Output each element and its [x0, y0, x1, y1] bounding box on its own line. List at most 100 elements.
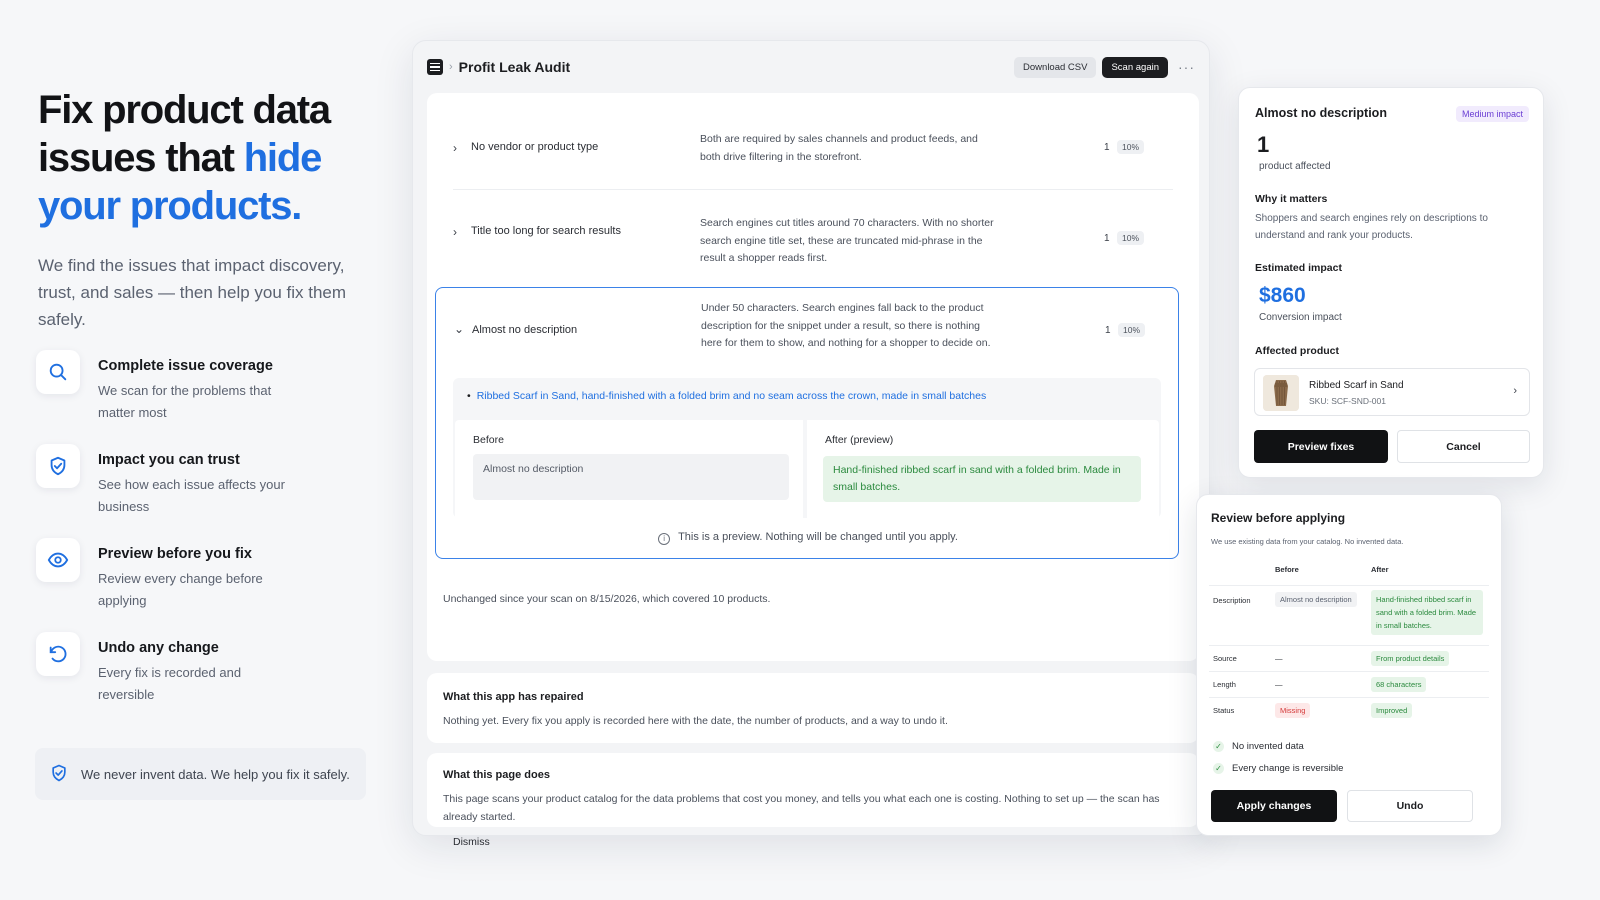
app-topbar: › Profit Leak Audit Download CSV Scan ag…	[413, 41, 1209, 93]
hero-lede: We find the issues that impact discovery…	[38, 256, 347, 329]
repaired-title: What this app has repaired	[443, 691, 584, 703]
page-info-panel: What this page does This page scans your…	[427, 753, 1199, 848]
breadcrumb-chevron-icon: ›	[449, 61, 453, 73]
check-icon: ✓	[1213, 741, 1224, 752]
chevron-right-icon[interactable]: ›	[453, 225, 457, 239]
table-row: Status Missing Improved	[1209, 697, 1489, 725]
check-text: No invented data	[1232, 741, 1304, 752]
feature-item: Impact you can trust See how each issue …	[36, 444, 356, 538]
feature-item: Undo any change Every fix is recorded an…	[36, 632, 356, 726]
after-label: After (preview)	[825, 434, 894, 446]
more-menu-icon[interactable]: ···	[1178, 59, 1195, 75]
before-column: Before Almost no description	[455, 420, 803, 518]
issue-count: 1	[1105, 325, 1111, 336]
table-row: Source — From product details	[1209, 645, 1489, 671]
table-row: Description Almost no description Hand-f…	[1209, 585, 1489, 645]
check-item: ✓ Every change is reversible	[1213, 763, 1343, 774]
apply-changes-button[interactable]: Apply changes	[1211, 790, 1337, 822]
status-badge: Missing	[1275, 703, 1311, 718]
review-card: Review before applying We use existing d…	[1196, 494, 1502, 836]
issue-count: 1	[1104, 233, 1110, 244]
row-label: Length	[1213, 680, 1236, 689]
dismiss-button[interactable]: Dismiss	[453, 836, 1183, 848]
row-after: From product details	[1371, 651, 1450, 666]
feature-item: Preview before you fix Review every chan…	[36, 538, 356, 632]
row-before: —	[1275, 654, 1283, 663]
after-value: Hand-finished ribbed scarf in sand with …	[823, 456, 1141, 502]
scan-status: Unchanged since your scan on 8/15/2026, …	[443, 593, 771, 605]
preview-note-text: This is a preview. Nothing will be chang…	[678, 531, 958, 543]
product-sku: SKU: SCF-SND-001	[1309, 396, 1386, 406]
before-value: Almost no description	[473, 454, 789, 500]
chevron-right-icon[interactable]: ›	[453, 141, 457, 155]
check-text: Every change is reversible	[1232, 763, 1344, 774]
issue-percent-badge: 10%	[1117, 231, 1145, 245]
issue-count: 1	[1104, 142, 1110, 153]
status-badge: Improved	[1371, 703, 1413, 718]
issue-percent-badge: 10%	[1118, 323, 1146, 337]
product-fix-preview: • Ribbed Scarf in Sand, hand-finished wit…	[453, 378, 1161, 518]
app-window: › Profit Leak Audit Download CSV Scan ag…	[412, 40, 1210, 848]
issue-name: Almost no description	[472, 324, 578, 336]
table-row: Length — 68 characters	[1209, 671, 1489, 697]
issue-percent-badge: 10%	[1117, 140, 1145, 154]
undo-icon	[36, 632, 80, 676]
info-icon: i	[658, 533, 671, 545]
feature-list: Complete issue coverage We scan for the …	[36, 350, 356, 726]
row-after: 68 characters	[1371, 677, 1427, 692]
row-label: Status	[1213, 706, 1235, 715]
cancel-button[interactable]: Cancel	[1397, 430, 1530, 463]
product-name: Ribbed Scarf in Sand	[1309, 380, 1404, 391]
preview-fixes-button[interactable]: Preview fixes	[1254, 430, 1388, 463]
col-after: After	[1371, 565, 1389, 574]
feature-desc: See how each issue affects your business	[98, 477, 285, 514]
review-title: Review before applying	[1211, 511, 1346, 525]
feature-item: Complete issue coverage We scan for the …	[36, 350, 356, 444]
affected-title: Affected product	[1255, 345, 1339, 357]
trust-text: We never invent data. We help you fix it…	[81, 766, 350, 782]
before-label: Before	[473, 434, 504, 446]
impact-title: Estimated impact	[1255, 262, 1342, 274]
issue-name: Title too long for search results	[471, 225, 621, 237]
trust-banner: We never invent data. We help you fix it…	[35, 748, 366, 800]
undo-button[interactable]: Undo	[1347, 790, 1473, 822]
row-label: Description	[1213, 596, 1251, 605]
chevron-right-icon[interactable]: ›	[1513, 385, 1517, 397]
feature-title: Impact you can trust	[98, 452, 240, 468]
row-before: Almost no description	[1275, 592, 1357, 607]
repaired-desc: Nothing yet. Every fix you apply is reco…	[443, 715, 948, 727]
check-item: ✓ No invented data	[1213, 741, 1304, 752]
download-csv-button[interactable]: Download CSV	[1014, 56, 1097, 78]
review-subtitle: We use existing data from your catalog. …	[1211, 537, 1404, 546]
product-link[interactable]: Ribbed Scarf in Sand, hand-finished with…	[477, 390, 987, 402]
row-before: —	[1275, 680, 1283, 689]
impact-badge: Medium impact	[1455, 106, 1529, 122]
issue-detail-card: Almost no description Medium impact 1 pr…	[1238, 87, 1544, 478]
impact-value: $860	[1259, 284, 1306, 307]
hero: Fix product data issues that hide your p…	[38, 86, 378, 333]
chevron-down-icon[interactable]: ⌄	[454, 322, 464, 336]
why-title: Why it matters	[1255, 193, 1328, 205]
page-title: Profit Leak Audit	[458, 59, 571, 75]
why-desc: Shoppers and search engines rely on desc…	[1255, 213, 1488, 241]
page-info-desc: This page scans your product catalog for…	[443, 793, 1160, 823]
feature-title: Undo any change	[98, 640, 219, 656]
issue-name: No vendor or product type	[471, 141, 599, 153]
search-icon	[36, 350, 80, 394]
after-column: After (preview) Hand-finished ribbed sca…	[807, 420, 1159, 518]
expanded-issue[interactable]: ⌄ Almost no description Under 50 charact…	[435, 287, 1179, 559]
issue-desc: Both are required by sales channels and …	[700, 133, 978, 163]
feature-title: Complete issue coverage	[98, 358, 273, 374]
scan-again-button[interactable]: Scan again	[1102, 56, 1168, 78]
table-header: Before After	[1209, 557, 1489, 585]
product-link-row[interactable]: • Ribbed Scarf in Sand, hand-finished wit…	[467, 390, 986, 402]
hero-headline: Fix product data issues that hide your p…	[38, 86, 378, 230]
bullet-icon: •	[467, 390, 471, 402]
product-card[interactable]: Ribbed Scarf in Sand SKU: SCF-SND-001 ›	[1254, 368, 1530, 416]
feature-desc: Review every change before applying	[98, 571, 263, 608]
affected-count: 1	[1257, 132, 1270, 157]
check-icon: ✓	[1213, 763, 1224, 774]
affected-count-label: product affected	[1259, 161, 1331, 172]
row-after: Hand-finished ribbed scarf in sand with …	[1371, 590, 1483, 635]
eye-icon	[36, 538, 80, 582]
